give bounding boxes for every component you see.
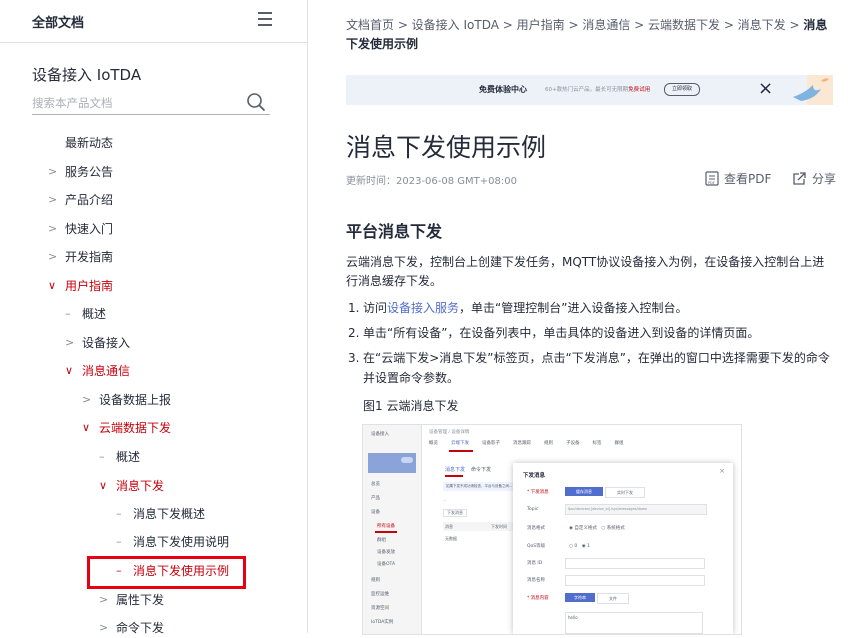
dash-icon: –	[116, 507, 122, 520]
dash-icon: –	[65, 307, 71, 320]
svg-text:PDF: PDF	[708, 181, 715, 185]
sidebar-item-label: 概述	[116, 450, 141, 464]
view-pdf-button[interactable]: PDF 查看PDF	[705, 170, 771, 187]
chevron-right-icon: >	[82, 393, 92, 406]
sidebar-item-label: 开发指南	[65, 250, 114, 264]
sidebar-item-label: 服务公告	[65, 165, 114, 179]
search-input[interactable]	[32, 93, 232, 113]
sidebar-item[interactable]: – 概述	[65, 304, 107, 324]
chevron-down-icon: ∨	[82, 421, 91, 434]
bird-illustration-icon	[791, 75, 833, 105]
sidebar-item-label: 消息下发	[116, 479, 165, 493]
shot-instance-card	[368, 453, 416, 473]
figure-caption: 图1 云端消息下发	[363, 399, 459, 413]
chevron-right-icon: >	[48, 250, 58, 263]
sidebar-item[interactable]: > 开发指南	[48, 247, 114, 267]
sidebar-item[interactable]: ∨ 消息通信	[65, 361, 131, 381]
chevron-right-icon: >	[48, 193, 58, 206]
chevron-down-icon: ∨	[48, 279, 57, 292]
all-docs-title[interactable]: 全部文档	[32, 12, 84, 31]
update-time: 更新时间：2023-06-08 GMT+08:00	[346, 176, 517, 187]
product-title[interactable]: 设备接入 IoTDA	[32, 64, 141, 85]
sidebar-item-label: 设备接入	[82, 336, 131, 350]
banner-button[interactable]: 立即领取	[664, 83, 700, 96]
sidebar-item[interactable]: > 产品介绍	[48, 190, 114, 210]
breadcrumb: 文档首页 > 设备接入 IoTDA > 用户指南 > 消息通信 > 云端数据下发…	[346, 16, 836, 54]
sidebar-item[interactable]: – 消息下发使用说明	[116, 532, 230, 552]
sidebar-item[interactable]: > 属性下发	[99, 590, 165, 610]
main-content: 文档首页 > 设备接入 IoTDA > 用户指南 > 消息通信 > 云端数据下发…	[308, 0, 865, 635]
highlight-box	[87, 556, 246, 589]
shot-tabs: 概览 云端下发 设备影子 消息跟踪 规则 子设备 标签 群组	[429, 441, 624, 446]
sidebar-item[interactable]: – 概述	[99, 447, 141, 467]
sidebar-item-label: 消息通信	[82, 364, 131, 378]
section-title: 平台消息下发	[346, 222, 443, 241]
sidebar-item-label: 云端数据下发	[99, 421, 172, 435]
chevron-right-icon: >	[65, 336, 75, 349]
sidebar-item[interactable]: 最新动态	[65, 133, 113, 153]
iotda-service-link[interactable]: 设备接入服务	[387, 301, 459, 315]
chevron-down-icon: ∨	[99, 479, 108, 492]
close-icon[interactable]: ×	[758, 80, 773, 98]
sidebar-item-label: 概述	[82, 307, 107, 321]
chevron-right-icon: >	[48, 222, 58, 235]
sidebar-item[interactable]: > 设备数据上报	[82, 390, 172, 410]
sidebar-item-label: 最新动态	[65, 136, 114, 150]
menu-icon[interactable]	[258, 12, 272, 26]
sidebar-item-label: 消息下发使用说明	[133, 535, 230, 549]
chevron-right-icon: >	[99, 593, 109, 606]
page-title: 消息下发使用示例	[346, 133, 547, 162]
shot-sidebar: 设备接入 总览 产品 设备 所有设备 群组 设备发放 设备OTA 规则 监控运维…	[363, 425, 422, 634]
sidebar-item[interactable]: ∨ 消息下发	[99, 476, 165, 496]
intro-paragraph: 云端消息下发，控制台上创建下发任务，MQTT协议设备接入为例，在设备接入控制台上…	[346, 255, 825, 288]
sidebar-item-label: 设备数据上报	[99, 393, 172, 407]
sidebar-item[interactable]: > 快速入门	[48, 219, 114, 239]
sidebar-header: 全部文档	[0, 0, 307, 43]
sidebar: 全部文档 设备接入 IoTDA 最新动态 > 服务公告 > 产品介绍 > 快速入门 > 开发指南…	[0, 0, 308, 635]
share-button[interactable]: 分享	[792, 170, 836, 187]
sidebar-item-label: 消息下发概述	[133, 507, 206, 521]
promo-banner[interactable]: 免费体验中心 60+款热门云产品，最长可无限期免费试用 立即领取 ×	[346, 75, 833, 105]
sidebar-item-label: 属性下发	[116, 593, 165, 607]
search-icon[interactable]	[246, 92, 266, 116]
banner-title: 免费体验中心	[479, 85, 527, 94]
sidebar-item[interactable]: ∨ 云端数据下发	[82, 418, 172, 438]
search-box	[32, 92, 270, 115]
dash-icon: –	[116, 535, 122, 548]
chevron-right-icon: >	[99, 621, 109, 634]
sidebar-item[interactable]: > 服务公告	[48, 162, 114, 182]
banner-subtitle: 60+款热门云产品，最长可无限期免费试用	[545, 87, 651, 93]
sidebar-item[interactable]: > 命令下发	[99, 618, 164, 638]
sidebar-item[interactable]: – 消息下发概述	[116, 504, 206, 524]
pdf-icon: PDF	[705, 171, 724, 186]
sidebar-item-label: 用户指南	[65, 279, 114, 293]
sidebar-item-label: 快速入门	[65, 222, 114, 236]
shot-modal: 下发消息 × * 下发消息 缓存消息 实时下发 Topic $oc/device…	[513, 463, 733, 634]
sidebar-item-label: 产品介绍	[65, 193, 114, 207]
chevron-right-icon: >	[48, 165, 58, 178]
breadcrumb-path[interactable]: 文档首页 > 设备接入 IoTDA > 用户指南 > 消息通信 > 云端数据下发…	[346, 18, 803, 32]
chevron-down-icon: ∨	[65, 364, 74, 377]
embedded-screenshot: 设备接入 总览 产品 设备 所有设备 群组 设备发放 设备OTA 规则 监控运维…	[362, 424, 742, 635]
dash-icon: –	[99, 450, 105, 463]
share-icon	[792, 172, 812, 186]
sidebar-item[interactable]: ∨ 用户指南	[48, 276, 114, 296]
sidebar-item[interactable]: > 设备接入	[65, 333, 131, 353]
